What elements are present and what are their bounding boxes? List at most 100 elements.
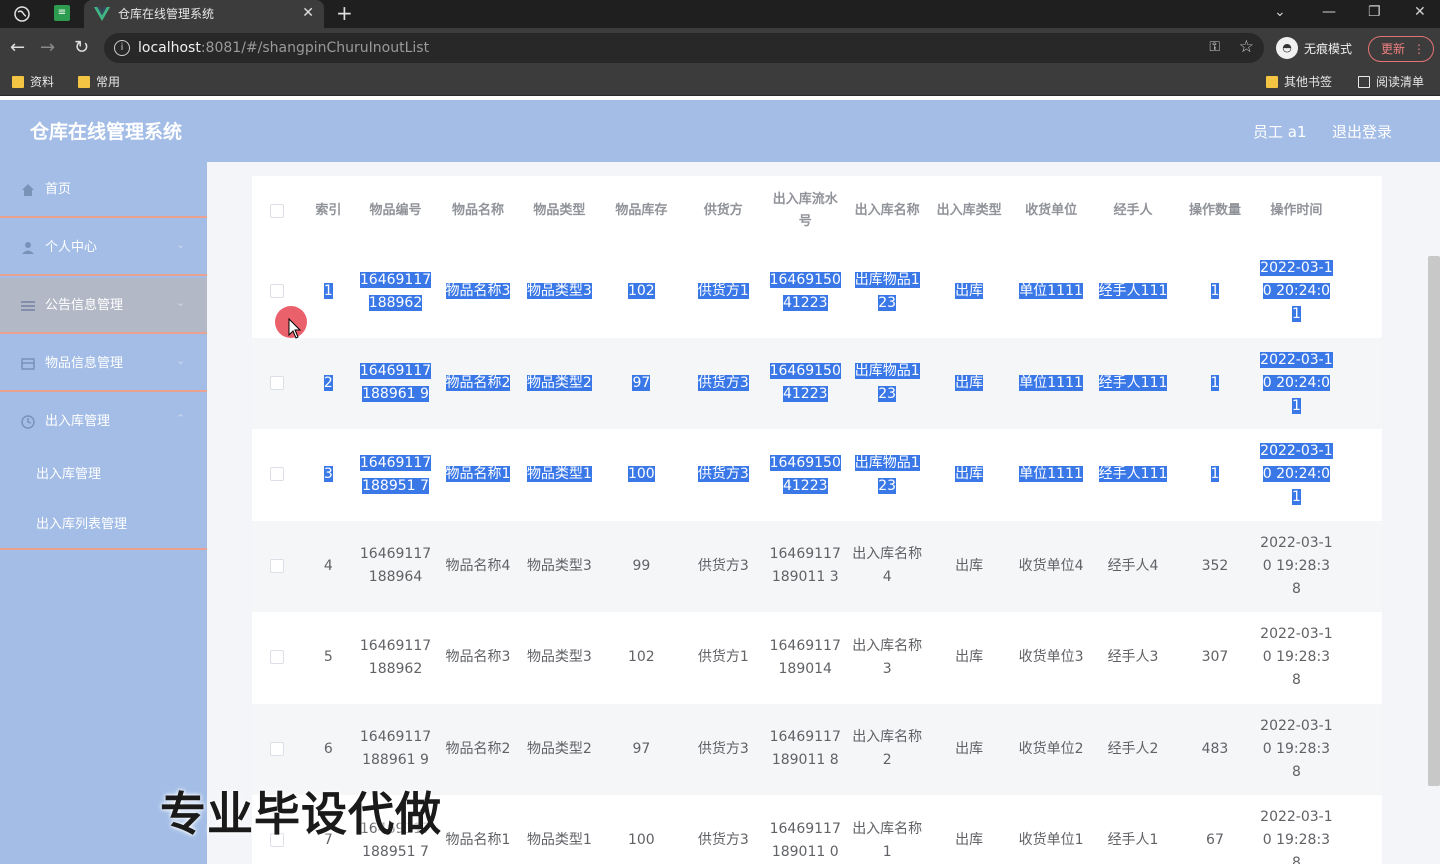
column-header[interactable]: 收货单位 [1010, 176, 1092, 246]
back-icon[interactable]: ← [10, 37, 25, 59]
cell-text: 供货方3 [697, 557, 749, 574]
logout-link[interactable]: 退出登录 [1332, 122, 1392, 142]
cell-text: 16469117189011 0 [769, 820, 841, 860]
column-header[interactable]: 索引 [302, 176, 354, 246]
incognito-indicator[interactable]: ◓ 无痕模式 [1276, 36, 1352, 60]
row-checkbox[interactable] [270, 558, 285, 573]
page-scrollbar[interactable] [1428, 256, 1440, 786]
key-icon[interactable]: ⚿ [1209, 39, 1220, 55]
table-row[interactable]: 6 16469117188961 9 物品名称2 物品类型2 97 供货方3 1646911… [252, 703, 1382, 795]
table-cell: 16469117189014 [764, 612, 846, 704]
column-header[interactable]: 物品名称 [437, 176, 519, 246]
app-favicon-icon[interactable]: ≡ [54, 5, 70, 21]
incognito-label: 无痕模式 [1304, 41, 1353, 56]
table-cell: 2022-03-10 19:28:38 [1256, 795, 1337, 864]
row-checkbox[interactable] [270, 467, 285, 482]
table-cell: 单位1111 [1010, 246, 1091, 338]
column-header[interactable]: 出入库类型 [927, 176, 1011, 246]
column-header[interactable]: 出入库名称 [846, 176, 928, 246]
url-input[interactable]: i localhost:8081/#/shangpinChuruInoutLis… [104, 33, 1264, 63]
star-icon[interactable]: ☆ [1239, 37, 1254, 57]
globe-icon[interactable] [12, 4, 32, 24]
folder-icon [12, 76, 24, 88]
cell-text: 2022-03-10 19:28:38 [1260, 534, 1333, 597]
cell-text: 1 [323, 283, 333, 300]
column-header[interactable]: 供货方 [682, 176, 765, 246]
bookmark-folder[interactable]: 常用 [78, 74, 120, 90]
close-tab-icon[interactable]: ✕ [302, 4, 314, 22]
bookmark-folder[interactable]: 资料 [12, 74, 54, 90]
table-cell: 出库物品123 [846, 246, 927, 338]
sidebar-item-inout[interactable]: 出入库管理 ⌃ [0, 394, 207, 450]
column-header[interactable]: 操作数量 [1174, 176, 1256, 246]
table-row[interactable]: 2 16469117188961 9 物品名称2 物品类型2 97 供货方3 1646915… [252, 337, 1382, 429]
sidebar-subitem-label: 出入库管理 [36, 467, 102, 482]
reading-list[interactable]: 阅读清单 [1358, 74, 1424, 90]
cell-text: 16469117188962 [359, 637, 432, 677]
cell-text: 物品类型1 [526, 466, 592, 483]
cell-text: 物品类型3 [526, 649, 592, 666]
row-checkbox[interactable] [270, 741, 285, 756]
bookmark-label: 资料 [30, 75, 55, 89]
sidebar-subitem-inout-manage[interactable]: 出入库管理 [0, 450, 207, 500]
row-checkbox[interactable] [270, 284, 285, 299]
column-header[interactable]: 出入库流水号 [764, 176, 847, 246]
cell-text: 物品类型2 [526, 374, 592, 391]
row-select-cell[interactable] [252, 337, 303, 429]
sidebar-item-goods[interactable]: 物品信息管理 ⌄ [0, 336, 207, 392]
column-header[interactable]: 物品库存 [600, 176, 683, 246]
cell-text: 16469117189014 [769, 637, 841, 677]
incognito-icon: ◓ [1276, 37, 1298, 59]
row-checkbox[interactable] [270, 375, 285, 390]
sidebar-subitem-inout-list[interactable]: 出入库列表管理 [0, 500, 207, 550]
table-cell: 16469117189011 0 [764, 795, 846, 864]
row-checkbox[interactable] [270, 650, 285, 665]
cell-text: 出库物品123 [854, 271, 920, 311]
info-icon[interactable]: i [114, 40, 130, 56]
update-button[interactable]: 更新 ⋮ [1368, 36, 1434, 62]
sidebar-item-notices[interactable]: 公告信息管理 ⌄ [0, 278, 207, 334]
reload-icon[interactable]: ↻ [74, 37, 89, 59]
table-cell: 出库 [928, 246, 1010, 338]
row-select-cell[interactable] [252, 429, 303, 521]
table-cell: 2022-03-10 20:24:01 [1255, 337, 1338, 429]
table-row[interactable]: 3 16469117188951 7 物品名称1 物品类型1 100 供货方3 164691… [252, 429, 1382, 521]
table-cell: 物品类型2 [518, 337, 601, 429]
table-row[interactable]: 4 16469117188964 物品名称4 物品类型3 99 供货方3 164691171… [252, 520, 1382, 612]
table-row[interactable]: 1 16469117188962 物品名称3 物品类型3 102 供货方1 16469150… [252, 246, 1382, 338]
forward-icon[interactable]: → [40, 37, 55, 59]
minimize-icon[interactable]: — [1322, 2, 1336, 22]
cell-text: 16469117189011 8 [769, 729, 841, 769]
new-tab-icon[interactable]: + [336, 1, 353, 25]
cell-text: 102 [627, 649, 655, 666]
cell-text: 1 [1210, 374, 1220, 391]
row-select-cell[interactable] [252, 520, 303, 612]
row-select-cell[interactable] [252, 703, 303, 795]
browser-tab-active[interactable]: 仓库在线管理系统 ✕ [84, 0, 324, 28]
row-spacer-cell [1337, 337, 1382, 429]
restore-icon[interactable]: ❐ [1368, 2, 1381, 22]
column-header[interactable]: 物品编号 [353, 176, 438, 246]
table-cell: 1 [1174, 429, 1255, 521]
column-header[interactable]: 操作时间 [1255, 176, 1338, 246]
sidebar-item-profile[interactable]: 个人中心 ⌄ [0, 220, 207, 276]
select-all-checkbox[interactable] [270, 203, 285, 218]
reading-list-label: 阅读清单 [1376, 75, 1425, 89]
close-window-icon[interactable]: ✕ [1414, 2, 1426, 22]
tab-title: 仓库在线管理系统 [118, 7, 215, 21]
column-header[interactable]: 经手人 [1091, 176, 1175, 246]
sidebar-item-home[interactable]: 首页 [0, 162, 207, 218]
select-all-cell[interactable] [252, 176, 303, 246]
table-row[interactable]: 5 16469117188962 物品名称3 物品类型3 102 供货方1 16469117… [252, 612, 1382, 704]
row-select-cell[interactable] [252, 612, 303, 704]
table-cell: 99 [600, 520, 683, 612]
table-cell: 307 [1174, 612, 1255, 704]
table-cell: 物品名称4 [437, 520, 519, 612]
cell-text: 单位1111 [1019, 374, 1083, 391]
chevron-down-icon[interactable]: ⌄ [1274, 2, 1286, 22]
inout-table: 索引 物品编号 物品名称 物品类型 物品库存 供货方 出入库流水号 出入库名称 … [252, 176, 1382, 864]
cell-text: 1646915041223 [769, 271, 841, 311]
bookmark-folder[interactable]: 其他书签 [1266, 74, 1332, 90]
column-header[interactable]: 物品类型 [518, 176, 601, 246]
cell-text: 出入库名称1 [852, 820, 923, 860]
